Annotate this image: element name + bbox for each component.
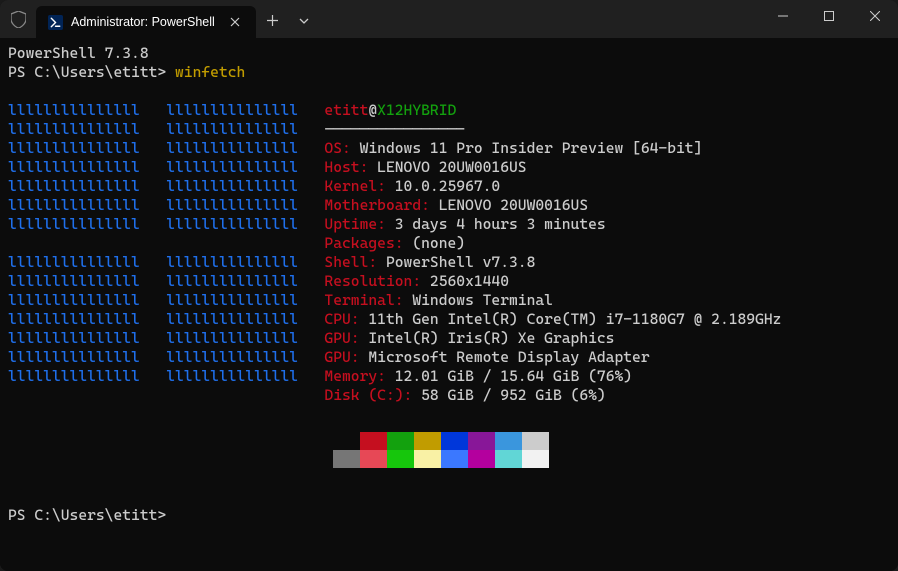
fetch-value: 11th Gen Intel(R) Core(TM) i7-1180G7 @ 2… [368,310,781,328]
fetch-value: 12.01 GiB / 15.64 GiB (76%) [395,367,632,385]
color-swatch [441,432,468,450]
color-bar [333,432,890,450]
fetch-label: Shell: [324,253,377,271]
fetch-value: PowerShell v7.3.8 [386,253,535,271]
fetch-host: X12HYBRID [377,101,456,119]
fetch-value: 3 days 4 hours 3 minutes [395,215,606,233]
powershell-icon [48,15,63,30]
logo-line: lllllllllllllll lllllllllllllll [8,291,298,309]
color-swatch [441,450,468,468]
logo-line: lllllllllllllll lllllllllllllll [8,139,298,157]
logo-line: lllllllllllllll lllllllllllllll [8,329,298,347]
tab-active[interactable]: Administrator: PowerShell [36,6,256,38]
fetch-value: Windows Terminal [412,291,553,309]
logo-line: lllllllllllllll lllllllllllllll [8,196,298,214]
logo-line: lllllllllllllll lllllllllllllll [8,253,298,271]
prompt-2: PS C:\Users\etitt> [8,506,166,524]
shield-icon [0,0,36,38]
color-swatch [495,432,522,450]
fetch-value: (none) [412,234,465,252]
fetch-label: GPU: [324,348,359,366]
fetch-label: Memory: [324,367,386,385]
fetch-label: OS: [324,139,350,157]
fetch-label: CPU: [324,310,359,328]
fetch-value: 58 GiB / 952 GiB (6%) [421,386,606,404]
color-swatch [360,432,387,450]
titlebar[interactable]: Administrator: PowerShell [0,0,898,38]
color-swatch [522,432,549,450]
fetch-value: Intel(R) Iris(R) Xe Graphics [368,329,614,347]
color-swatch [468,450,495,468]
command: winfetch [175,63,245,81]
logo-line: lllllllllllllll lllllllllllllll [8,215,298,233]
fetch-value: LENOVO 20UW0016US [439,196,588,214]
fetch-value: Windows 11 Pro Insider Preview [64-bit] [360,139,703,157]
fetch-label: Uptime: [324,215,386,233]
close-button[interactable] [852,0,898,32]
maximize-button[interactable] [806,0,852,32]
minimize-button[interactable] [760,0,806,32]
fetch-value: 10.0.25967.0 [395,177,500,195]
fetch-value: 2560x1440 [430,272,509,290]
logo-line: lllllllllllllll lllllllllllllll [8,120,298,138]
color-swatch [468,432,495,450]
fetch-label: Disk (C:): [324,386,412,404]
color-swatch [414,432,441,450]
fetch-user: etitt [324,101,368,119]
color-swatch [360,450,387,468]
color-swatch [522,450,549,468]
logo-line: lllllllllllllll lllllllllllllll [8,177,298,195]
color-swatch [414,450,441,468]
fetch-value: LENOVO 20UW0016US [377,158,526,176]
color-swatch [333,450,360,468]
color-swatch [495,450,522,468]
new-tab-button[interactable] [256,5,288,37]
logo-line: lllllllllllllll lllllllllllllll [8,348,298,366]
color-swatch [333,432,360,450]
logo-line: lllllllllllllll lllllllllllllll [8,310,298,328]
window-controls [760,0,898,38]
version-line: PowerShell 7.3.8 [8,44,149,62]
color-swatch [387,432,414,450]
fetch-label: Terminal: [324,291,403,309]
color-swatch [387,450,414,468]
fetch-value: Microsoft Remote Display Adapter [368,348,649,366]
fetch-label: GPU: [324,329,359,347]
logo-line [8,234,298,252]
logo-line [8,386,298,404]
logo-line: lllllllllllllll lllllllllllllll [8,367,298,385]
logo-line: lllllllllllllll lllllllllllllll [8,272,298,290]
color-bar [333,450,890,468]
fetch-label: Packages: [324,234,403,252]
fetch-label: Motherboard: [324,196,429,214]
terminal-body[interactable]: PowerShell 7.3.8 PS C:\Users\etitt> winf… [0,38,898,571]
fetch-label: Kernel: [324,177,386,195]
tab-close-button[interactable] [226,13,244,31]
logo-line: lllllllllllllll lllllllllllllll [8,158,298,176]
logo-line: lllllllllllllll lllllllllllllll [8,101,298,119]
tab-dropdown-button[interactable] [288,5,320,37]
fetch-label: Resolution: [324,272,421,290]
fetch-divider: ---------------- [324,120,465,138]
prompt-1: PS C:\Users\etitt> [8,63,175,81]
terminal-window: Administrator: PowerShell PowerShell 7.3… [0,0,898,571]
tab-title: Administrator: PowerShell [71,15,218,29]
fetch-label: Host: [324,158,368,176]
